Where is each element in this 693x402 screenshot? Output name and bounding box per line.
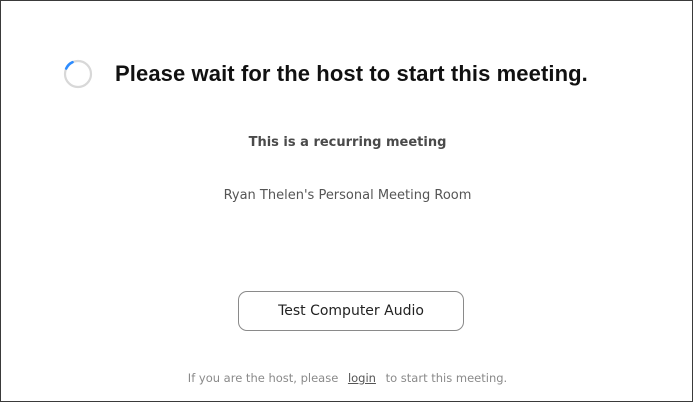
waiting-headline: Please wait for the host to start this m… [63, 59, 588, 89]
login-link[interactable]: login [348, 371, 376, 385]
meeting-room-name: Ryan Thelen's Personal Meeting Room [223, 188, 472, 203]
host-login-hint: If you are the host, please login to sta… [1, 371, 693, 385]
host-login-suffix: to start this meeting. [385, 371, 508, 385]
loading-spinner-icon [63, 59, 93, 89]
waiting-room-window: Please wait for the host to start this m… [0, 0, 693, 402]
test-computer-audio-button[interactable]: Test Computer Audio [238, 291, 464, 331]
host-login-prefix: If you are the host, please [187, 371, 339, 385]
waiting-message: Please wait for the host to start this m… [115, 61, 588, 86]
test-computer-audio-label: Test Computer Audio [278, 303, 424, 319]
recurring-meeting-label: This is a recurring meeting [248, 135, 447, 150]
